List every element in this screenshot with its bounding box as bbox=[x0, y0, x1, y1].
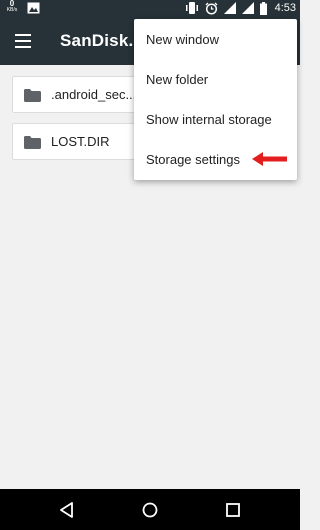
folder-icon bbox=[24, 89, 41, 102]
vibrate-icon bbox=[185, 2, 198, 14]
menu-item-label: New folder bbox=[146, 72, 209, 87]
page-title: SanDisk... bbox=[60, 31, 144, 50]
menu-item-show-internal-storage[interactable]: Show internal storage bbox=[134, 99, 297, 139]
status-bar: 0 KB/s 4:53 bbox=[0, 0, 300, 16]
network-speed-value: 0 bbox=[9, 0, 15, 8]
alarm-icon bbox=[205, 2, 218, 15]
recents-icon[interactable] bbox=[222, 499, 244, 521]
menu-item-label: New window bbox=[146, 32, 219, 47]
home-icon[interactable] bbox=[139, 499, 161, 521]
image-icon bbox=[27, 2, 40, 14]
network-speed-indicator: 0 KB/s bbox=[4, 0, 20, 14]
menu-item-label: Storage settings bbox=[146, 152, 240, 167]
menu-item-label: Show internal storage bbox=[146, 112, 272, 127]
wifi-icon bbox=[223, 2, 236, 14]
signal-icon bbox=[241, 2, 254, 14]
file-name: LOST.DIR bbox=[51, 134, 110, 149]
back-icon[interactable] bbox=[56, 499, 78, 521]
file-name: .android_sec... bbox=[51, 87, 137, 102]
red-arrow-icon bbox=[252, 152, 287, 166]
clock: 4:53 bbox=[274, 2, 296, 14]
menu-item-new-window[interactable]: New window bbox=[134, 19, 297, 59]
network-speed-unit: KB/s bbox=[6, 7, 18, 13]
navigation-bar bbox=[0, 489, 300, 530]
folder-icon bbox=[24, 136, 41, 149]
menu-item-new-folder[interactable]: New folder bbox=[134, 59, 297, 99]
battery-icon bbox=[259, 1, 267, 15]
hamburger-icon[interactable] bbox=[10, 28, 36, 54]
status-icons: 4:53 bbox=[185, 0, 296, 16]
